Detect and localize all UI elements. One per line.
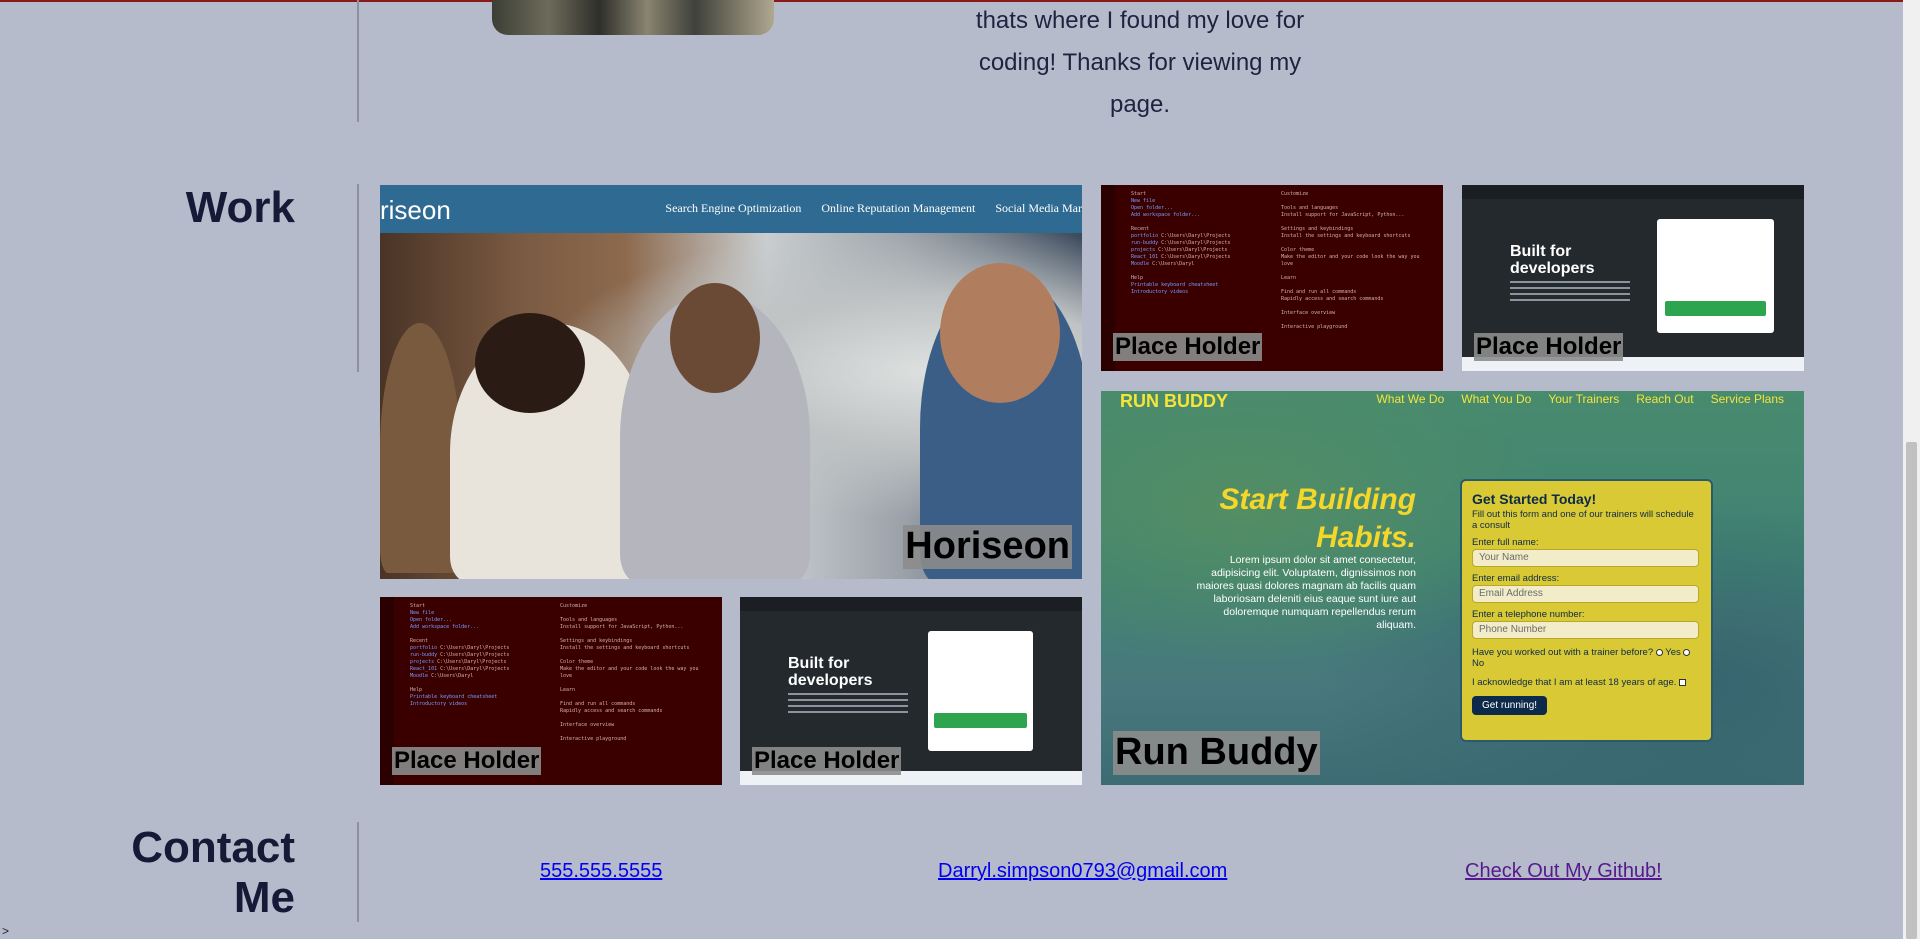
editor-customize-column: Customize Tools and languages Install supp… (1281, 191, 1420, 330)
github-signup-button (1665, 301, 1766, 316)
page-scrollbar[interactable] (1903, 0, 1920, 939)
person-head (940, 263, 1060, 403)
project-label: Horiseon (903, 525, 1072, 569)
run-buddy-nav-item: What You Do (1461, 392, 1532, 406)
about-photo (492, 0, 774, 35)
run-buddy-name-label: Enter full name: (1472, 537, 1539, 548)
person-head (670, 283, 760, 393)
run-buddy-yes-label: Yes (1665, 647, 1681, 658)
project-label: Run Buddy (1113, 731, 1320, 775)
github-heading: Built for developers (788, 655, 873, 689)
contact-email-link[interactable]: Darryl.simpson0793@gmail.com (938, 860, 1227, 883)
run-buddy-email-field: Email Address (1472, 585, 1699, 603)
github-top-bar (1462, 185, 1804, 199)
person-figure (380, 323, 460, 573)
about-divider (357, 0, 359, 122)
about-text: thats where I found my love for coding! … (930, 0, 1350, 126)
person-hair (475, 313, 585, 413)
contact-title-line: Contact (131, 823, 295, 872)
run-buddy-phone-label: Enter a telephone number: (1472, 609, 1585, 620)
radio-icon (1655, 648, 1663, 656)
horiseon-nav-items: Search Engine Optimization Online Reputa… (665, 201, 1082, 216)
run-buddy-logo: RUN BUDDY (1120, 391, 1228, 411)
checkbox-icon (1679, 678, 1687, 686)
contact-divider (357, 822, 359, 922)
editor-customize-column: Customize Tools and languages Install supp… (560, 603, 699, 742)
project-label: Place Holder (1474, 333, 1624, 361)
run-buddy-nav-item: What We Do (1376, 392, 1445, 406)
github-heading: Built for developers (1510, 243, 1595, 277)
horiseon-nav-bar: riseon Search Engine Optimization Online… (380, 185, 1082, 233)
run-buddy-email-label: Enter email address: (1472, 573, 1560, 584)
github-paragraph (788, 693, 908, 717)
corner-mark: > (2, 924, 10, 938)
horiseon-nav-item: Search Engine Optimization (665, 201, 802, 215)
run-buddy-form-title: Get Started Today! (1472, 491, 1597, 507)
contact-phone-link[interactable]: 555.555.5555 (540, 860, 662, 883)
contact-section-title: Contact Me (60, 823, 295, 923)
run-buddy-age-ack: I acknowledge that I am at least 18 year… (1472, 677, 1701, 688)
about-text-line: coding! Thanks for viewing my (978, 49, 1302, 76)
run-buddy-submit-button: Get running! (1472, 696, 1548, 715)
run-buddy-headline: Start Building Habits. (1219, 483, 1416, 554)
project-label: Place Holder (392, 747, 542, 775)
run-buddy-form: Get Started Today! Fill out this form an… (1460, 479, 1713, 742)
horiseon-logo: riseon (380, 195, 451, 225)
about-text-line: thats where I found my love for (975, 7, 1305, 34)
editor-start-column: Start New file Open folder... Add workspace… (410, 603, 510, 707)
run-buddy-form-subtitle: Fill out this form and one of our traine… (1472, 509, 1694, 531)
project-card-placeholder[interactable]: Built for developers Place Holder (1462, 185, 1804, 371)
run-buddy-nav-item: Reach Out (1636, 392, 1694, 406)
radio-icon (1683, 648, 1691, 656)
project-label: Place Holder (752, 747, 902, 775)
run-buddy-lorem: Lorem ipsum dolor sit amet consectetur, … (1196, 554, 1416, 631)
github-paragraph (1510, 281, 1630, 305)
project-card-placeholder[interactable]: Built for developers Place Holder (740, 597, 1082, 785)
project-card-horiseon[interactable]: riseon Search Engine Optimization Online… (380, 185, 1082, 579)
run-buddy-trainer-question-text: Have you worked out with a trainer befor… (1472, 647, 1654, 658)
run-buddy-age-ack-text: I acknowledge that I am at least 18 year… (1472, 677, 1677, 688)
scrollbar-thumb[interactable] (1906, 442, 1917, 939)
work-section-title: Work (185, 183, 295, 232)
run-buddy-nav: What We Do What You Do Your Trainers Rea… (1376, 392, 1784, 406)
project-label: Place Holder (1113, 333, 1263, 361)
contact-github-link[interactable]: Check Out My Github! (1465, 860, 1662, 883)
run-buddy-phone-field: Phone Number (1472, 621, 1699, 639)
editor-start-column: Start New file Open folder... Add workspace… (1131, 191, 1231, 295)
work-divider (357, 184, 359, 372)
run-buddy-no-label: No (1472, 658, 1485, 669)
github-top-bar (740, 597, 1082, 611)
run-buddy-name-field: Your Name (1472, 549, 1699, 567)
project-card-placeholder[interactable]: Start New file Open folder... Add workspace… (1101, 185, 1443, 371)
project-card-run-buddy[interactable]: RUN BUDDY What We Do What You Do Your Tr… (1101, 391, 1804, 785)
contact-title-line: Me (233, 873, 295, 922)
about-text-line: page. (1109, 91, 1171, 118)
horiseon-nav-item: Social Media Mar (995, 201, 1082, 215)
github-signup-button (934, 713, 1027, 728)
github-signup-form (928, 631, 1033, 751)
horiseon-nav-item: Online Reputation Management (821, 201, 976, 215)
project-card-placeholder[interactable]: Start New file Open folder... Add workspace… (380, 597, 722, 785)
run-buddy-trainer-question: Have you worked out with a trainer befor… (1472, 647, 1701, 669)
github-signup-form (1657, 219, 1774, 333)
run-buddy-nav-item: Service Plans (1710, 392, 1784, 406)
run-buddy-nav-item: Your Trainers (1548, 392, 1620, 406)
